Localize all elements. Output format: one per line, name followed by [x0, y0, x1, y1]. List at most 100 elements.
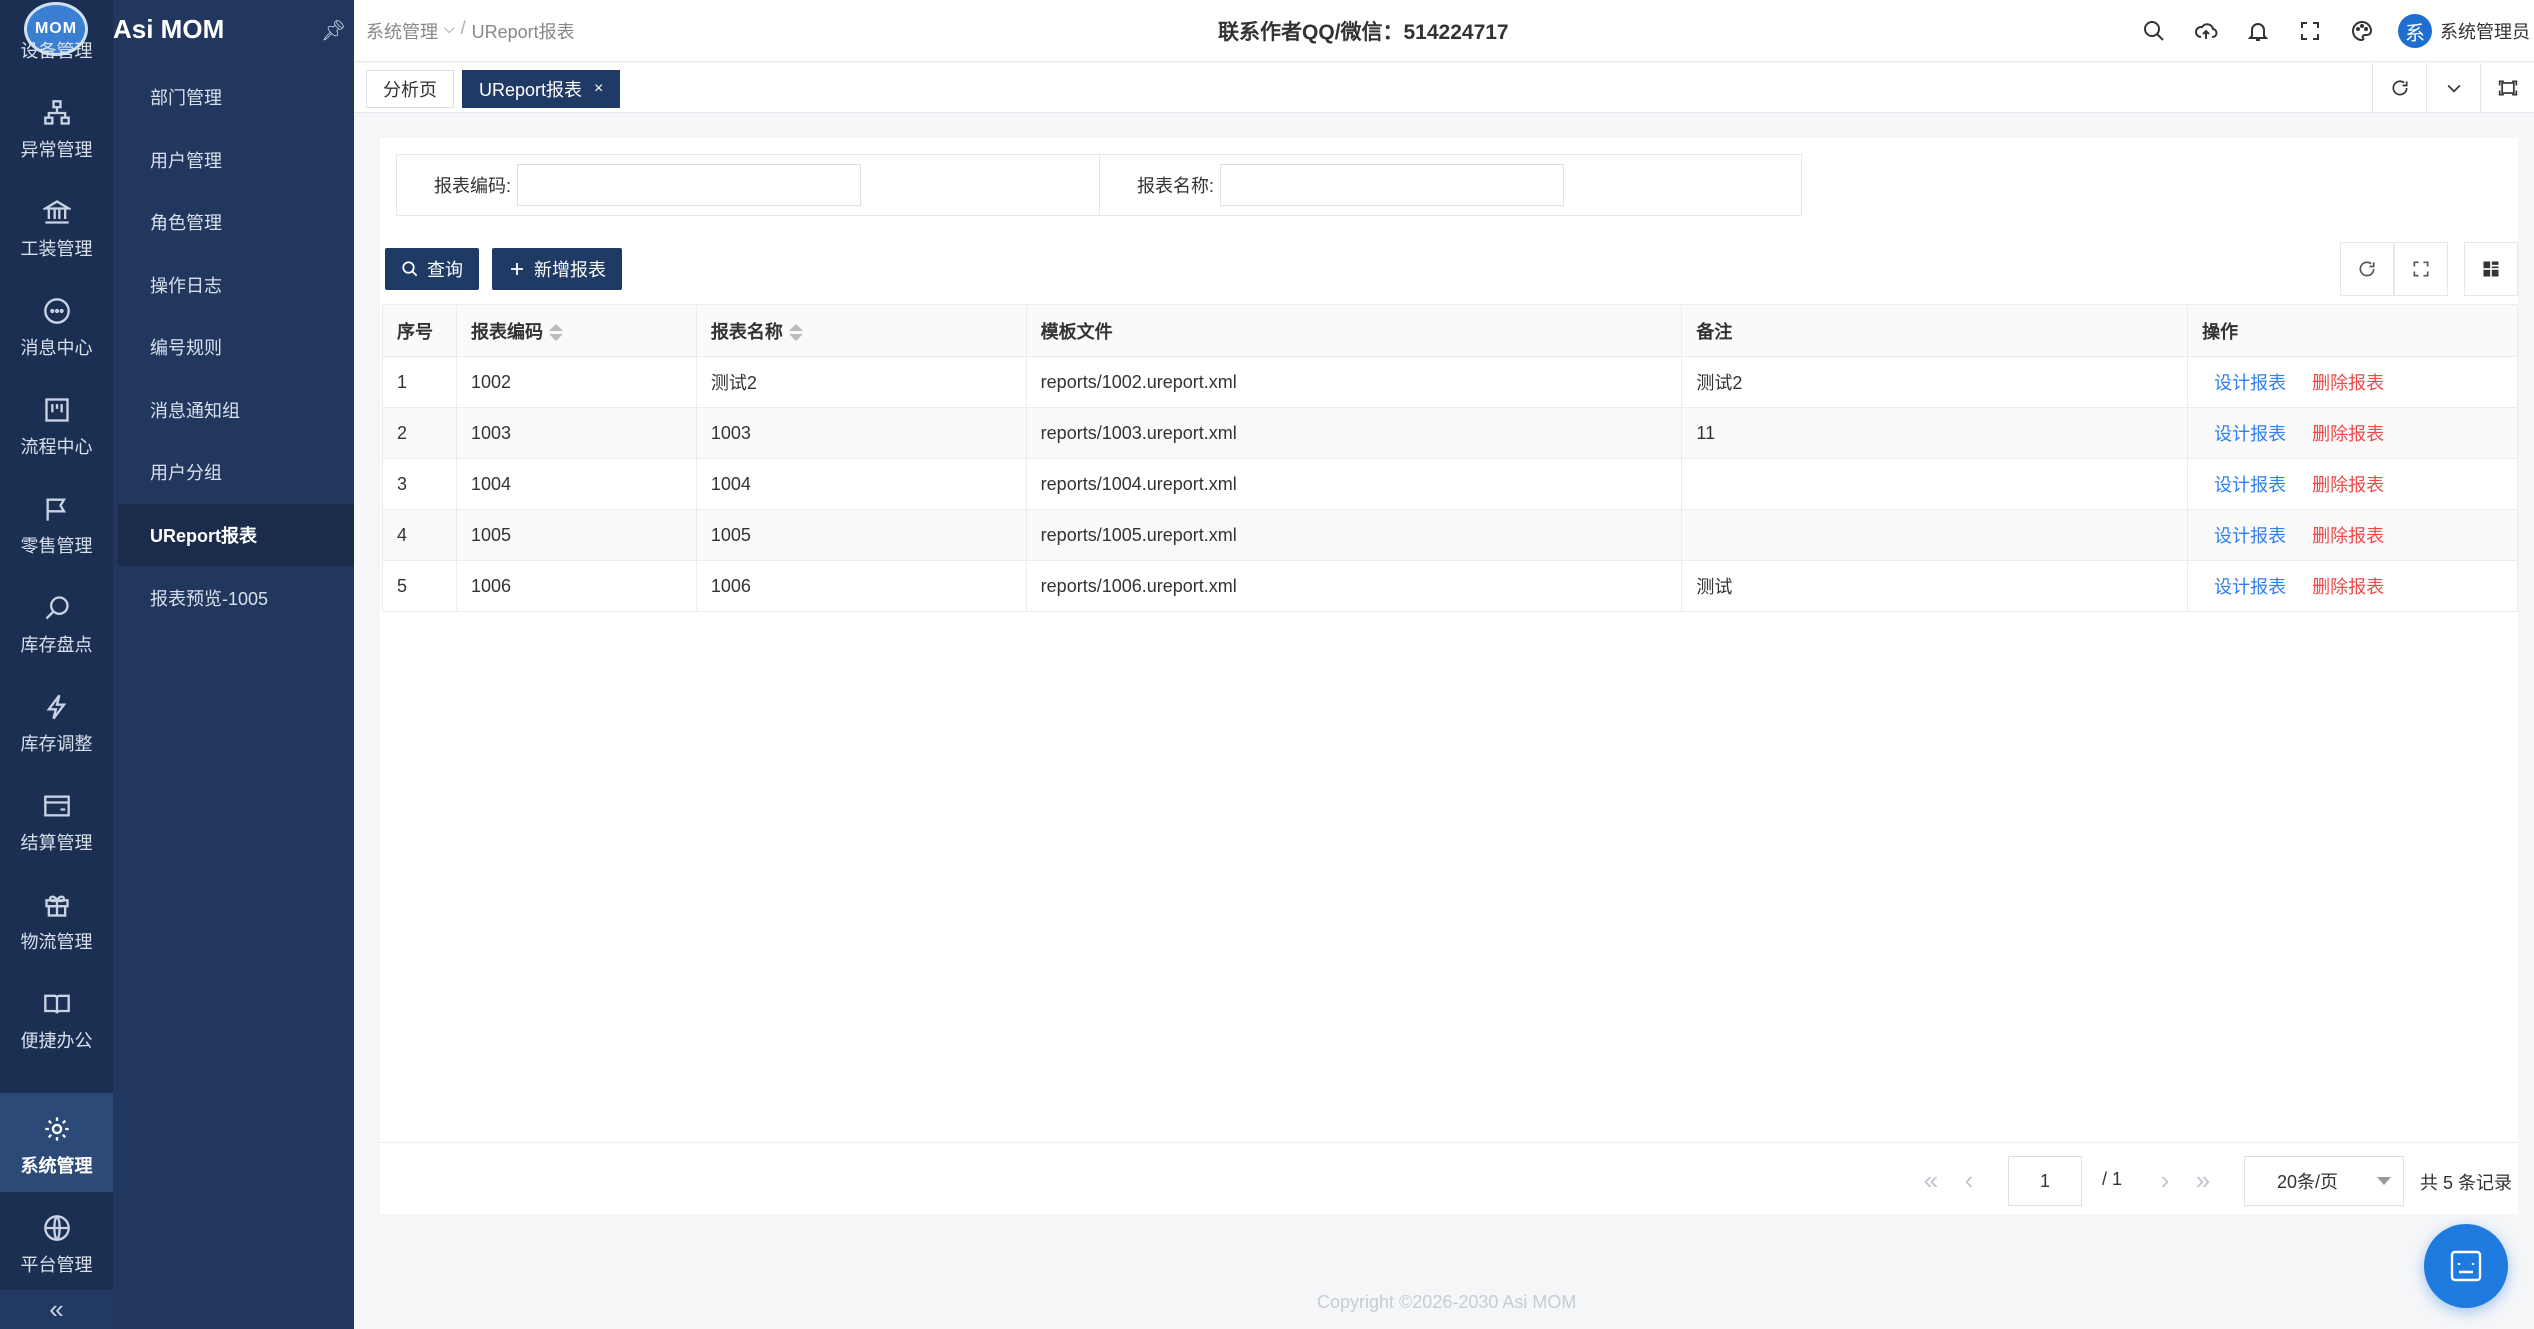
- design-report-link[interactable]: 设计报表: [2214, 475, 2286, 495]
- tab-analysis[interactable]: 分析页: [366, 70, 454, 108]
- rail-item-tooling[interactable]: 工装管理: [0, 176, 113, 275]
- rail-item-label: 工装管理: [20, 239, 93, 259]
- report-code-input[interactable]: [517, 164, 861, 206]
- rail-item-system[interactable]: 系统管理: [0, 1093, 113, 1192]
- chevron-down-icon[interactable]: ⌵: [444, 20, 455, 44]
- tab-ureport[interactable]: UReport报表 ×: [462, 70, 621, 108]
- rail-item-retail[interactable]: 零售管理: [0, 473, 113, 572]
- submenu-item-department[interactable]: 部门管理: [118, 66, 354, 128]
- next-page-icon[interactable]: ›: [2150, 1165, 2180, 1195]
- rail-item-logistics[interactable]: 物流管理: [0, 869, 113, 968]
- submenu-item-report-preview[interactable]: 报表预览-1005: [118, 567, 354, 629]
- fullscreen-icon[interactable]: [2394, 242, 2448, 296]
- total-pages: / 1: [2102, 1169, 2123, 1189]
- last-page-icon[interactable]: »: [2188, 1165, 2218, 1195]
- cell-index: 3: [382, 458, 457, 510]
- rail-item-label: 平台管理: [20, 1255, 93, 1275]
- column-actions: 操作: [2187, 304, 2518, 357]
- search-form: 报表编码: 报表名称:: [396, 154, 1802, 216]
- chevron-down-icon[interactable]: [2426, 63, 2480, 113]
- column-index: 序号: [382, 304, 457, 357]
- cell-code: 1006: [456, 560, 697, 612]
- design-report-link[interactable]: 设计报表: [2214, 373, 2286, 393]
- submenu-item-users[interactable]: 用户管理: [118, 129, 354, 191]
- thunder-icon: [42, 692, 72, 722]
- rail-item-message[interactable]: 消息中心: [0, 275, 113, 374]
- submenu-item-user-group[interactable]: 用户分组: [118, 441, 354, 503]
- first-page-icon[interactable]: «: [1916, 1165, 1946, 1195]
- close-icon[interactable]: ×: [594, 80, 603, 98]
- cell-remark: 11: [1681, 407, 2189, 459]
- collapse-sidebar-button[interactable]: «: [0, 1290, 113, 1329]
- rail-item-label: 库存盘点: [20, 635, 93, 655]
- sort-icon[interactable]: [548, 324, 563, 342]
- cell-actions: 设计报表 删除报表: [2187, 560, 2518, 612]
- design-report-link[interactable]: 设计报表: [2214, 577, 2286, 597]
- rail-item-settlement[interactable]: 结算管理: [0, 770, 113, 869]
- rail-item-stocktake[interactable]: 库存盘点: [0, 572, 113, 671]
- page-number-input[interactable]: 1: [2008, 1156, 2082, 1206]
- cell-file: reports/1003.ureport.xml: [1026, 407, 1683, 459]
- tab-tools: [2372, 63, 2534, 113]
- column-file: 模板文件: [1026, 304, 1683, 357]
- submenu-item-operation-log[interactable]: 操作日志: [118, 254, 354, 316]
- delete-report-link[interactable]: 删除报表: [2312, 577, 2384, 597]
- delete-report-link[interactable]: 删除报表: [2312, 424, 2384, 444]
- breadcrumb-parent[interactable]: 系统管理: [366, 18, 438, 44]
- cell-remark: [1681, 509, 2189, 561]
- submenu-item-numbering-rules[interactable]: 编号规则: [118, 316, 354, 378]
- rail-item-exception[interactable]: 异常管理: [0, 77, 113, 176]
- user-menu[interactable]: 系 系统管理员: [2388, 14, 2534, 48]
- cell-index: 5: [382, 560, 457, 612]
- tab-label: UReport报表: [479, 80, 583, 100]
- column-name[interactable]: 报表名称: [696, 304, 1027, 357]
- search-circle-icon: [42, 593, 72, 623]
- query-button[interactable]: 查询: [385, 248, 479, 290]
- name-label: 报表名称:: [1136, 176, 1214, 196]
- maximize-icon[interactable]: [2480, 63, 2534, 113]
- delete-report-link[interactable]: 删除报表: [2312, 475, 2384, 495]
- column-label: 报表编码: [470, 321, 543, 342]
- design-report-link[interactable]: 设计报表: [2214, 424, 2286, 444]
- page-size-select[interactable]: 20条/页: [2244, 1156, 2404, 1206]
- table-row: 3 1004 1004 reports/1004.ureport.xml 设计报…: [382, 458, 2518, 510]
- rail-item-label: 异常管理: [20, 140, 93, 160]
- bell-icon[interactable]: [2232, 0, 2284, 62]
- pin-icon[interactable]: 📌︎: [321, 18, 346, 43]
- sort-icon[interactable]: [788, 324, 803, 342]
- tab-label: 分析页: [383, 80, 437, 100]
- cell-index: 2: [382, 407, 457, 459]
- columns-setting-icon[interactable]: [2464, 242, 2518, 296]
- delete-report-link[interactable]: 删除报表: [2312, 373, 2384, 393]
- cell-file: reports/1002.ureport.xml: [1026, 356, 1683, 408]
- column-code[interactable]: 报表编码: [456, 304, 697, 357]
- prev-page-icon[interactable]: ‹: [1954, 1165, 1984, 1195]
- column-label: 报表名称: [710, 321, 783, 342]
- user-name: 系统管理员: [2440, 22, 2530, 42]
- table-row: 4 1005 1005 reports/1005.ureport.xml 设计报…: [382, 509, 2518, 561]
- cell-actions: 设计报表 删除报表: [2187, 356, 2518, 408]
- cloud-upload-icon[interactable]: [2180, 0, 2232, 62]
- rail-item-office[interactable]: 便捷办公: [0, 968, 113, 1067]
- report-name-input[interactable]: [1220, 164, 1564, 206]
- submenu-item-ureport[interactable]: UReport报表: [118, 504, 354, 566]
- palette-icon[interactable]: [2336, 0, 2388, 62]
- rail-item-platform[interactable]: 平台管理: [0, 1192, 113, 1291]
- submenu-item-notify-group[interactable]: 消息通知组: [118, 379, 354, 441]
- add-report-button[interactable]: 新增报表: [492, 248, 622, 290]
- submenu-item-roles[interactable]: 角色管理: [118, 191, 354, 253]
- rail-item-flow[interactable]: 流程中心: [0, 374, 113, 473]
- card-icon: [42, 791, 72, 821]
- assistant-button[interactable]: [2424, 1224, 2508, 1308]
- refresh-icon[interactable]: [2340, 242, 2394, 296]
- search-icon[interactable]: [2128, 0, 2180, 62]
- design-report-link[interactable]: 设计报表: [2214, 526, 2286, 546]
- delete-report-link[interactable]: 删除报表: [2312, 526, 2384, 546]
- fullscreen-icon[interactable]: [2284, 0, 2336, 62]
- cell-code: 1002: [456, 356, 697, 408]
- rail-item-device[interactable]: 设备管理: [0, 0, 113, 77]
- rail-item-label: 零售管理: [20, 536, 93, 556]
- report-table: 序号 报表编码 报表名称 模板文件 备注 操作 1 1002 测试2 repor…: [382, 304, 2518, 612]
- refresh-tab-icon[interactable]: [2372, 63, 2426, 113]
- rail-item-stock-adjust[interactable]: 库存调整: [0, 671, 113, 770]
